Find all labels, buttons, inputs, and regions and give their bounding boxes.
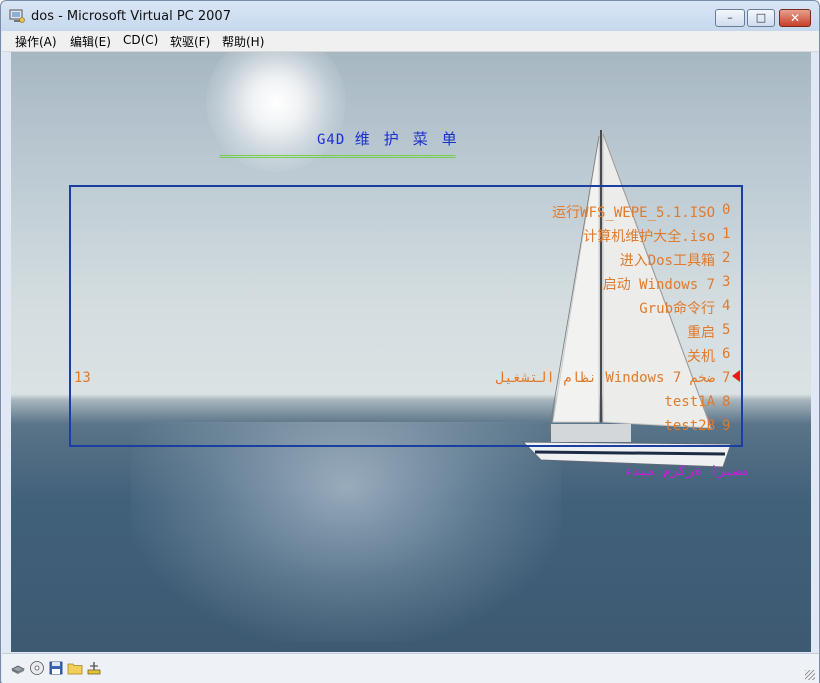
boot-entry-8[interactable]: test1A	[664, 394, 715, 410]
boot-menu-title: G4D 维护菜单	[317, 128, 471, 149]
boot-menu-footer: مضبرا ةزكرم مبدء	[623, 464, 749, 479]
boot-entry-9[interactable]: test2B	[664, 418, 715, 434]
boot-entry-number: 4	[722, 298, 731, 314]
resize-grip[interactable]	[805, 670, 815, 680]
boot-menu-title-cjk: 维护菜单	[354, 130, 471, 148]
close-button[interactable]: ✕	[779, 9, 811, 27]
boot-entry-number: 5	[722, 322, 731, 338]
window-title: dos - Microsoft Virtual PC 2007	[31, 9, 231, 24]
virtual-pc-app-icon[interactable]	[9, 8, 25, 24]
minimize-button[interactable]: –	[715, 9, 745, 27]
title-bar[interactable]: dos - Microsoft Virtual PC 2007 – □ ✕	[1, 1, 819, 31]
vm-screen[interactable]: G4D 维护菜单 ===============================…	[11, 52, 811, 652]
boot-entry-number: 0	[722, 202, 731, 218]
boot-entry-5[interactable]: 重启	[687, 322, 715, 342]
boot-entry-number: 7	[722, 370, 731, 386]
cd-drive-icon[interactable]	[29, 660, 45, 676]
menu-floppy[interactable]: 软驱(F)	[170, 33, 210, 50]
shared-folder-icon[interactable]	[67, 660, 83, 676]
boot-entry-2[interactable]: 进入Dos工具箱	[620, 250, 715, 270]
status-bar	[2, 653, 819, 683]
title-separator: ========================================…	[219, 150, 456, 163]
water-glare	[131, 422, 561, 642]
menu-bar: 操作(A) 编辑(E) CD(C) 软驱(F) 帮助(H)	[2, 31, 819, 52]
boot-entry-number: 3	[722, 274, 731, 290]
maximize-icon: □	[755, 11, 767, 24]
menu-edit[interactable]: 编辑(E)	[70, 33, 111, 50]
boot-entry-number: 1	[722, 226, 731, 242]
boot-entry-6[interactable]: 关机	[687, 346, 715, 366]
countdown-timer: 13	[74, 370, 91, 386]
menu-cd[interactable]: CD(C)	[123, 33, 158, 47]
floppy-icon[interactable]	[48, 660, 64, 676]
menu-action[interactable]: 操作(A)	[15, 33, 57, 50]
close-icon: ✕	[789, 11, 801, 25]
boot-entry-7[interactable]: نظام التشغيل Windows 7 ضخم	[496, 370, 715, 386]
boot-entry-0[interactable]: 运行WFS_WEPE_5.1.ISO	[552, 202, 715, 222]
boot-entry-4[interactable]: Grub命令行	[639, 298, 715, 318]
boot-entry-number: 9	[722, 418, 731, 434]
boot-entry-number: 8	[722, 394, 731, 410]
boot-entry-number: 2	[722, 250, 731, 266]
selection-arrow-icon	[732, 370, 740, 382]
boot-entry-1[interactable]: 计算机维护大全.iso	[583, 226, 715, 246]
minimize-icon: –	[727, 11, 733, 24]
network-adapter-icon[interactable]	[86, 660, 102, 676]
boot-entry-3[interactable]: 启动 Windows 7	[603, 274, 715, 294]
virtual-pc-window: dos - Microsoft Virtual PC 2007 – □ ✕ 操作…	[0, 0, 820, 683]
boot-entry-number: 6	[722, 346, 731, 362]
hard-disk-icon[interactable]	[10, 660, 26, 676]
boot-menu-title-prefix: G4D	[317, 132, 346, 148]
maximize-button[interactable]: □	[747, 9, 775, 27]
menu-help[interactable]: 帮助(H)	[222, 33, 264, 50]
